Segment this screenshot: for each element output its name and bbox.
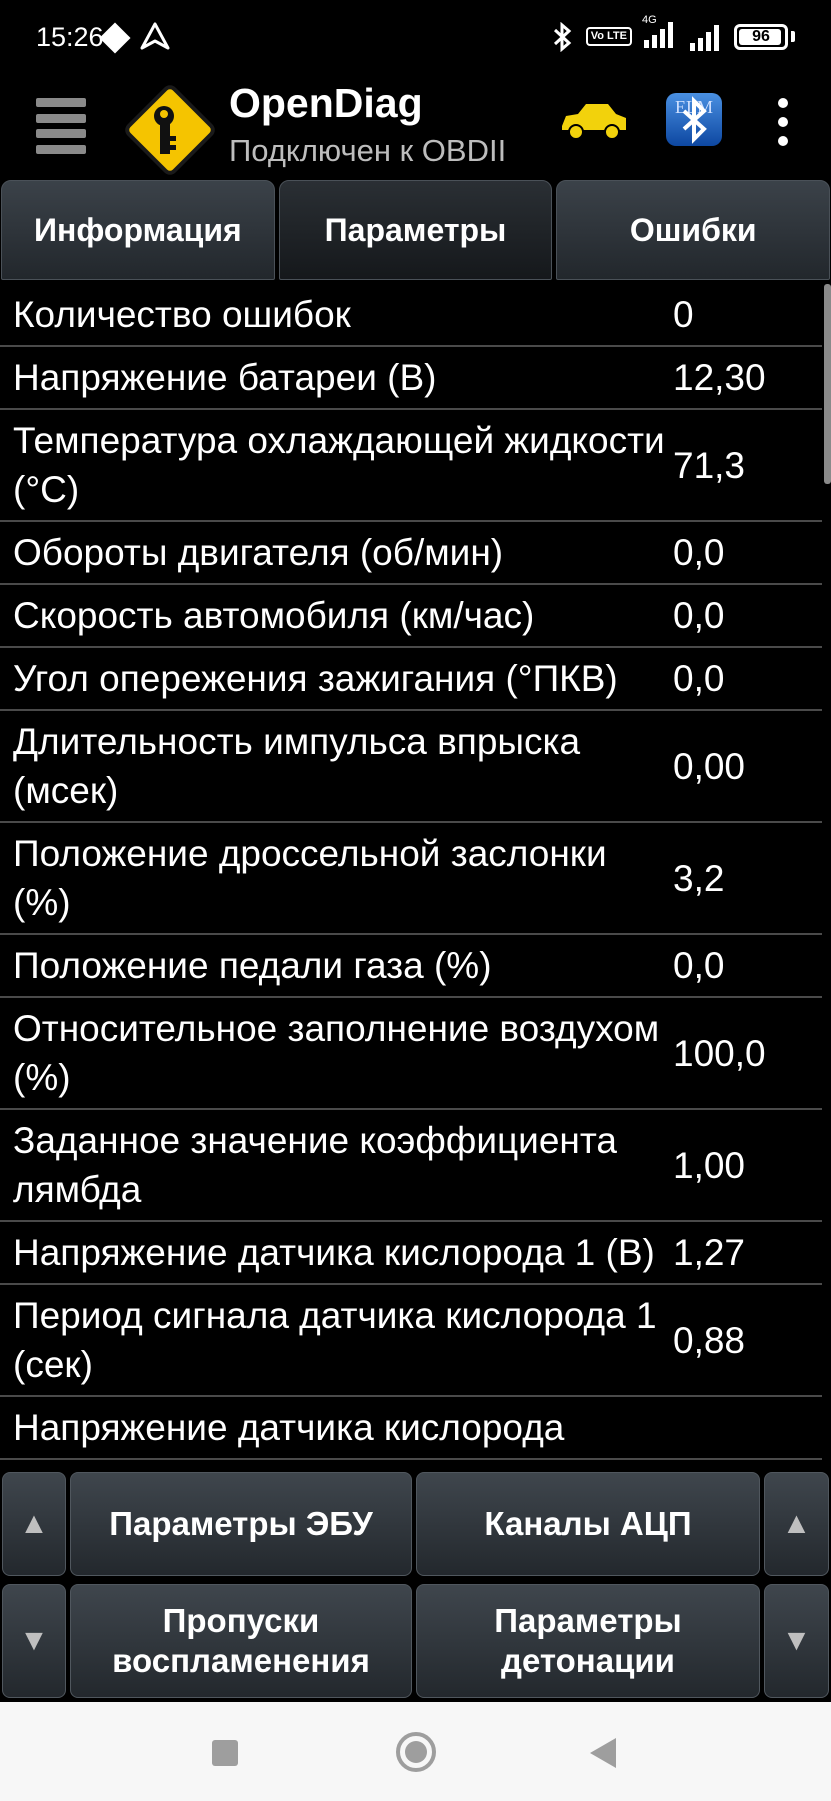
parameter-row[interactable]: Температура охлаждающей жидкости (°С) 71,…: [0, 410, 822, 522]
parameter-row[interactable]: Количество ошибок 0: [0, 284, 822, 347]
parameter-value: 0,88: [673, 1319, 746, 1361]
signal-icon: [690, 24, 719, 51]
misfires-button[interactable]: Пропуски воспламенения: [70, 1584, 412, 1698]
tab-bar: Информация Параметры Ошибки: [0, 180, 831, 282]
parameter-name: Положение педали газа (%): [13, 945, 492, 986]
parameter-name: Скорость автомобиля (км/час): [13, 595, 535, 636]
parameter-row[interactable]: Относительное заполнение воздухом (%) 100…: [0, 998, 822, 1110]
tab-parameters[interactable]: Параметры: [278, 180, 553, 280]
app-bar: OpenDiag Подключен к OBDII ELM: [0, 76, 831, 180]
parameter-row[interactable]: Напряжение датчика кислорода 1 (В) 1,27: [0, 1222, 822, 1285]
parameter-name: Напряжение датчика кислорода 1 (В): [13, 1232, 655, 1273]
back-icon[interactable]: [590, 1738, 616, 1768]
bottom-panel: ▲ Параметры ЭБУ Каналы АЦП ▲ ▼ Пропуски …: [0, 1470, 831, 1702]
parameter-name: Относительное заполнение воздухом (%): [13, 1008, 660, 1098]
parameter-value: 71,3: [673, 444, 746, 486]
parameter-row[interactable]: Скорость автомобиля (км/час) 0,0: [0, 585, 822, 648]
scroll-up-left-button[interactable]: ▲: [2, 1472, 66, 1576]
parameter-name: Напряжение датчика кислорода: [13, 1407, 565, 1448]
status-time: 15:26: [36, 22, 104, 52]
home-icon[interactable]: [396, 1732, 436, 1772]
parameter-name: Количество ошибок: [13, 294, 351, 335]
parameter-row[interactable]: Период сигнала датчика кислорода 1 (сек)…: [0, 1285, 822, 1397]
recents-icon[interactable]: [212, 1740, 238, 1766]
tab-information[interactable]: Информация: [1, 180, 275, 280]
diamond-icon: [99, 22, 131, 54]
parameter-name: Обороты двигателя (об/мин): [13, 532, 504, 573]
parameter-row[interactable]: Положение педали газа (%) 0,0: [0, 935, 822, 998]
bluetooth-icon: [553, 21, 571, 52]
list-scrollbar[interactable]: [824, 284, 831, 484]
knock-params-button[interactable]: Параметры детонации: [416, 1584, 760, 1698]
scroll-down-left-button[interactable]: ▼: [2, 1584, 66, 1698]
parameter-value: 100,0: [673, 1032, 766, 1074]
battery-icon: 96: [734, 23, 788, 50]
overflow-menu-icon[interactable]: [772, 98, 794, 146]
parameter-value: 0,0: [673, 945, 725, 986]
network-type: 4G: [642, 14, 657, 26]
bluetooth-elm-icon[interactable]: ELM: [664, 91, 724, 148]
parameter-value: 0,0: [673, 595, 725, 636]
ecu-params-button[interactable]: Параметры ЭБУ: [70, 1472, 412, 1576]
system-nav-bar: [0, 1702, 831, 1801]
parameter-row[interactable]: Длительность импульса впрыска (мсек) 0,00: [0, 711, 822, 823]
tab-errors[interactable]: Ошибки: [556, 180, 831, 280]
scroll-down-right-button[interactable]: ▼: [764, 1584, 829, 1698]
parameter-name: Положение дроссельной заслонки (%): [13, 833, 607, 923]
parameter-name: Напряжение батареи (В): [13, 357, 437, 398]
adc-channels-button[interactable]: Каналы АЦП: [416, 1472, 760, 1576]
parameter-value: 1,00: [673, 1144, 746, 1186]
menu-icon[interactable]: [36, 98, 86, 154]
parameter-row[interactable]: Заданное значение коэффициента лямбда 1,0…: [0, 1110, 822, 1222]
parameter-name: Период сигнала датчика кислорода 1 (сек): [13, 1295, 657, 1385]
parameter-value: 1,27: [673, 1232, 746, 1273]
parameter-row[interactable]: Напряжение датчика кислорода: [0, 1397, 822, 1460]
parameter-value: 0,0: [673, 532, 725, 573]
parameter-value: 0,00: [673, 745, 746, 787]
parameter-value: 12,30: [673, 357, 766, 398]
parameter-row[interactable]: Обороты двигателя (об/мин) 0,0: [0, 522, 822, 585]
parameter-name: Длительность импульса впрыска (мсек): [13, 721, 581, 811]
scroll-up-right-button[interactable]: ▲: [764, 1472, 829, 1576]
parameter-name: Заданное значение коэффициента лямбда: [13, 1120, 617, 1210]
parameters-list[interactable]: Количество ошибок 0 Напряжение батареи (В)…: [0, 284, 822, 1470]
volte-icon: Vo LTE: [585, 27, 632, 46]
parameter-value: 0,0: [673, 658, 725, 699]
status-bar: 15:26 Vo LTE 4G 96: [0, 0, 831, 76]
location-arrow-icon: [140, 22, 170, 50]
app-title: OpenDiag: [229, 80, 423, 126]
parameter-row[interactable]: Напряжение батареи (В) 12,30: [0, 347, 822, 410]
key-logo-icon: [125, 85, 215, 175]
parameter-row[interactable]: Положение дроссельной заслонки (%) 3,2: [0, 823, 822, 935]
parameter-name: Температура охлаждающей жидкости (°С): [13, 420, 665, 510]
parameter-value: 3,2: [673, 857, 725, 899]
parameter-name: Угол опережения зажигания (°ПКВ): [13, 658, 618, 699]
connection-status: Подключен к OBDII: [229, 133, 507, 168]
battery-level: 96: [752, 27, 770, 45]
parameter-value: 0: [673, 294, 694, 335]
parameter-row[interactable]: Угол опережения зажигания (°ПКВ) 0,0: [0, 648, 822, 711]
car-icon[interactable]: [556, 96, 630, 144]
